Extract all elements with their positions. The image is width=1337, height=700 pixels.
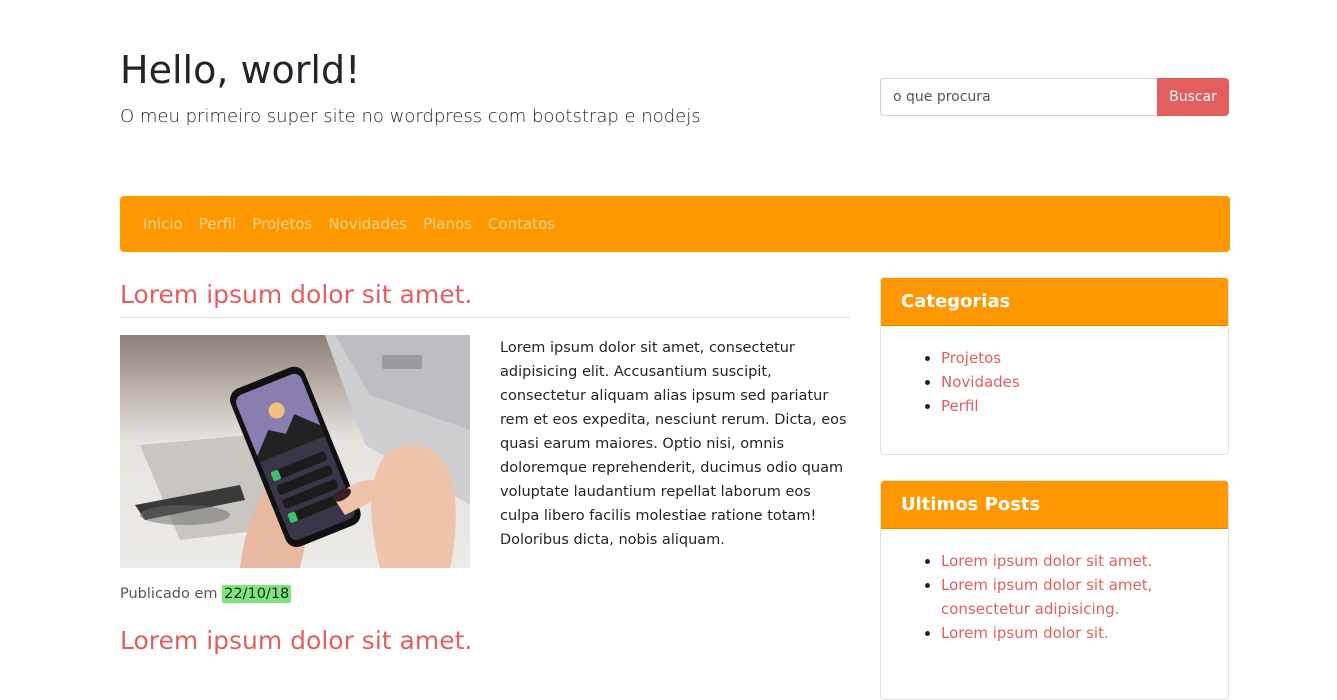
post-image [120,335,470,568]
nav-item-planos[interactable]: Planos [423,215,472,233]
categories-list: Projetos Novidades Perfil [901,346,1208,418]
list-item: Lorem ipsum dolor sit. [941,621,1208,645]
categories-card-body: Projetos Novidades Perfil [881,326,1228,418]
list-item: Lorem ipsum dolor sit amet. [941,549,1208,573]
site-title: Hello, world! [120,48,361,92]
categories-card-title: Categorias [881,278,1228,326]
list-item: Lorem ipsum dolor sit amet, consectetur … [941,573,1208,621]
recent-post-link[interactable]: Lorem ipsum dolor sit. [941,624,1109,642]
recent-post-link[interactable]: Lorem ipsum dolor sit amet. [941,552,1152,570]
smartphone-photo-illustration [135,335,470,568]
category-link-perfil[interactable]: Perfil [941,397,979,415]
recent-posts-card-body: Lorem ipsum dolor sit amet. Lorem ipsum … [881,529,1228,645]
site-subtitle: O meu primeiro super site no wordpress c… [120,106,701,127]
main-navbar: Inicio Perfil Projetos Novidades Planos … [120,196,1230,252]
post-title[interactable]: Lorem ipsum dolor sit amet. [120,280,472,309]
recent-posts-list: Lorem ipsum dolor sit amet. Lorem ipsum … [901,549,1208,645]
categories-card: Categorias Projetos Novidades Perfil [880,277,1229,455]
page-container: Hello, world! O meu primeiro super site … [120,0,1230,700]
sidebar: Categorias Projetos Novidades Perfil Ult… [880,277,1229,700]
nav-item-projetos[interactable]: Projetos [252,215,312,233]
nav-item-perfil[interactable]: Perfil [199,215,237,233]
list-item: Novidades [941,370,1208,394]
category-link-novidades[interactable]: Novidades [941,373,1020,391]
search-form: Buscar [880,78,1229,116]
nav-item-novidades[interactable]: Novidades [328,215,407,233]
list-item: Projetos [941,346,1208,370]
nav-item-contatos[interactable]: Contatos [488,215,555,233]
post-title[interactable]: Lorem ipsum dolor sit amet. [120,626,472,655]
search-input[interactable] [880,78,1157,116]
list-item: Perfil [941,394,1208,418]
recent-posts-card: Ultimos Posts Lorem ipsum dolor sit amet… [880,480,1229,700]
nav-item-inicio[interactable]: Inicio [143,215,183,233]
post-meta-label: Publicado em [120,586,218,602]
title-divider [120,317,850,318]
category-link-projetos[interactable]: Projetos [941,349,1001,367]
recent-post-link[interactable]: Lorem ipsum dolor sit amet, consectetur … [941,576,1152,618]
search-button[interactable]: Buscar [1157,78,1229,116]
post-date-badge: 22/10/18 [222,585,292,603]
post-excerpt: Lorem ipsum dolor sit amet, consectetur … [500,340,847,548]
site-header: Hello, world! O meu primeiro super site … [120,0,1230,196]
main-area: Lorem ipsum dolor sit amet. Lorem ipsum … [120,252,1230,700]
recent-posts-card-title: Ultimos Posts [881,481,1228,529]
post-meta: Publicado em 22/10/18 [120,585,292,603]
